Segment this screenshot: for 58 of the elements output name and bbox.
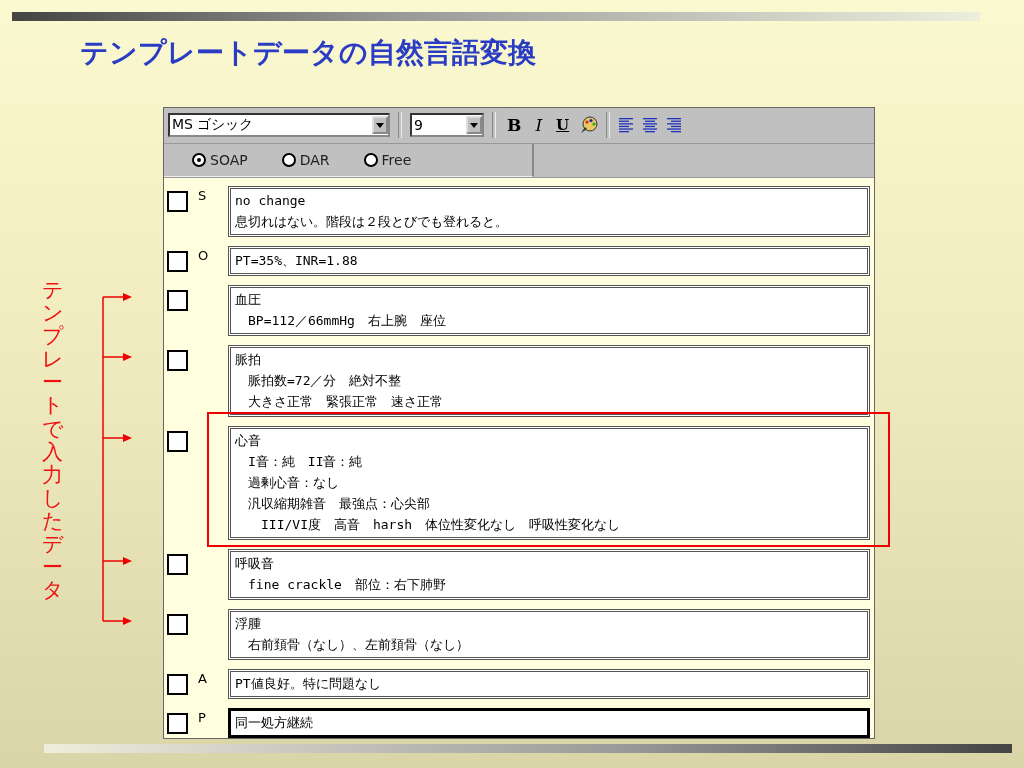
checkbox[interactable] bbox=[167, 350, 188, 371]
section-letter: A bbox=[197, 671, 208, 686]
text-line: 脈拍 bbox=[235, 351, 262, 369]
section-letter: O bbox=[197, 248, 210, 263]
text-line: 血圧 bbox=[235, 291, 262, 309]
text-line: no change bbox=[235, 192, 307, 210]
align-left-icon[interactable] bbox=[618, 117, 635, 134]
text-area[interactable]: 同一処方継続 bbox=[228, 708, 870, 738]
text-line: fine crackle 部位：右下肺野 bbox=[247, 576, 447, 594]
size-dropdown[interactable]: 9 bbox=[410, 113, 484, 138]
text-area[interactable]: 浮腫 右前頚骨（なし）、左前頚骨（なし） bbox=[228, 609, 870, 660]
palette-icon[interactable] bbox=[580, 116, 599, 135]
text-area[interactable]: PT=35%、INR=1.88 bbox=[228, 246, 870, 276]
text-line: 心音 bbox=[235, 432, 262, 450]
text-area[interactable]: 心音 I音：純 II音：純 過剰心音：なし 汎収縮期雑音 最強点：心尖部 III/VI度 高音 harsh 体位性変化なし 呼吸性変化なし bbox=[228, 426, 870, 540]
font-dropdown[interactable]: MS ゴシック bbox=[168, 113, 390, 138]
checkbox[interactable] bbox=[167, 554, 188, 575]
checkbox[interactable] bbox=[167, 431, 188, 452]
annotation-label: テンプレートで入力したデータ bbox=[42, 279, 63, 603]
italic-button[interactable]: I bbox=[532, 115, 546, 136]
text-line: 同一処方継続 bbox=[235, 714, 314, 732]
text-line: PT=35%、INR=1.88 bbox=[235, 252, 359, 270]
text-area[interactable]: 脈拍 脈拍数=72／分 絶対不整 大きさ正常 緊張正常 速さ正常 bbox=[228, 345, 870, 417]
checkbox[interactable] bbox=[167, 614, 188, 635]
text-line: I音：純 II音：純 bbox=[247, 453, 364, 471]
text-line: 大きさ正常 緊張正常 速さ正常 bbox=[247, 393, 444, 411]
underline-button[interactable]: U bbox=[553, 116, 573, 135]
text-area[interactable]: PT値良好。特に問題なし bbox=[228, 669, 870, 699]
radio-button[interactable] bbox=[281, 153, 296, 167]
text-line: III/VI度 高音 harsh 体位性変化なし 呼吸性変化なし bbox=[260, 516, 622, 534]
text-line: 呼吸音 bbox=[235, 555, 275, 573]
text-line: BP=112／66mmHg 右上腕 座位 bbox=[247, 312, 447, 330]
checkbox[interactable] bbox=[167, 251, 188, 272]
checkbox[interactable] bbox=[167, 713, 188, 734]
align-center-icon[interactable] bbox=[642, 117, 659, 134]
text-line: 脈拍数=72／分 絶対不整 bbox=[247, 372, 403, 390]
radio-button[interactable] bbox=[363, 153, 378, 167]
radio-button[interactable] bbox=[192, 153, 206, 167]
text-line: PT値良好。特に問題なし bbox=[235, 675, 382, 693]
align-right-icon[interactable] bbox=[666, 117, 683, 134]
text-area[interactable]: no change 息切れはない。階段は２段とびでも登れると。 bbox=[228, 186, 870, 237]
checkbox[interactable] bbox=[167, 674, 188, 695]
text-line: 右前頚骨（なし）、左前頚骨（なし） bbox=[247, 636, 470, 654]
text-area[interactable]: 血圧 BP=112／66mmHg 右上腕 座位 bbox=[228, 285, 870, 336]
checkbox[interactable] bbox=[167, 191, 188, 212]
text-line: 過剰心音：なし bbox=[247, 474, 340, 492]
slide-title: テンプレートデータの自然言語変換 bbox=[80, 35, 537, 71]
text-line: 浮腫 bbox=[235, 615, 262, 633]
section-letter: P bbox=[197, 710, 207, 725]
radio-label[interactable]: DAR bbox=[299, 152, 330, 168]
checkbox[interactable] bbox=[167, 290, 188, 311]
radio-label[interactable]: Free bbox=[381, 152, 412, 168]
text-line: 汎収縮期雑音 最強点：心尖部 bbox=[247, 495, 431, 513]
section-letter: S bbox=[197, 188, 208, 203]
bold-button[interactable]: B bbox=[504, 115, 525, 136]
text-line: 息切れはない。階段は２段とびでも登れると。 bbox=[235, 213, 509, 231]
text-area[interactable]: 呼吸音 fine crackle 部位：右下肺野 bbox=[228, 549, 870, 600]
radio-label[interactable]: SOAP bbox=[210, 152, 248, 168]
